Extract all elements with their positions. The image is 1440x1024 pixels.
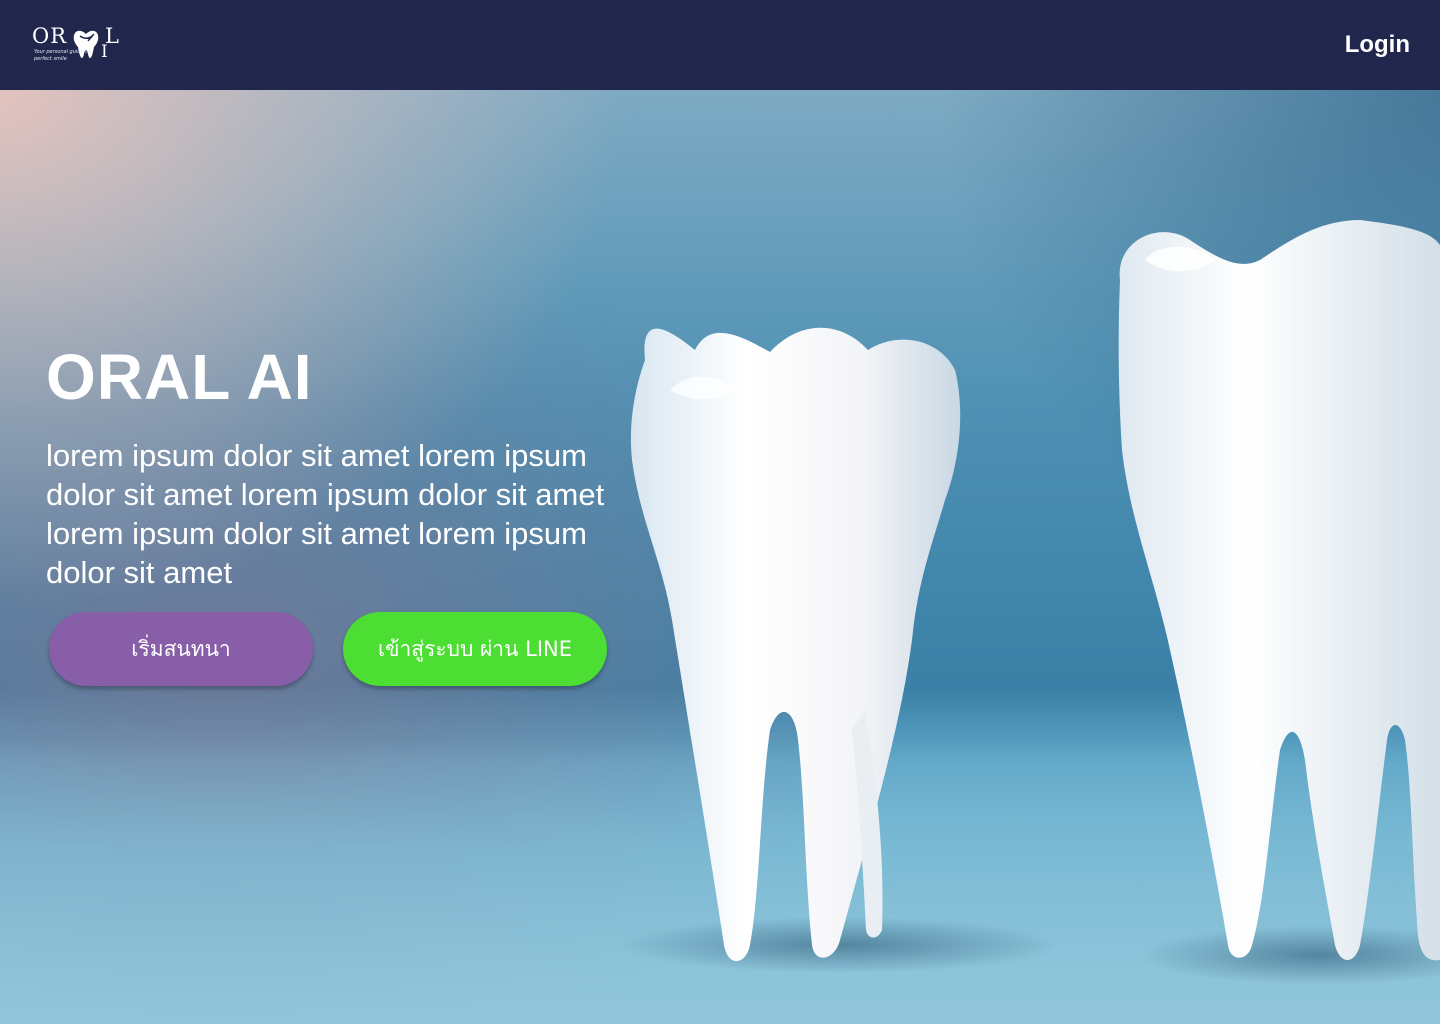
start-chat-button[interactable]: เริ่มสนทนา <box>49 612 313 686</box>
hero-title: ORAL AI <box>46 341 313 413</box>
login-link[interactable]: Login <box>1345 30 1410 60</box>
top-navbar: OR L I Your personal guide to perfect sm… <box>0 0 1440 90</box>
tooth-shadow <box>1140 925 1440 985</box>
teeth-illustration <box>620 220 1440 985</box>
right-molar <box>1118 220 1440 961</box>
hero-section: ORAL AI lorem ipsum dolor sit amet lorem… <box>0 90 1440 1024</box>
logo-tagline: Your personal guide to perfect smile <box>34 49 91 62</box>
left-molar <box>630 327 961 962</box>
line-login-button[interactable]: เข้าสู่ระบบ ผ่าน LINE <box>343 612 607 686</box>
oral-ai-logo[interactable]: OR L I Your personal guide to perfect sm… <box>32 24 122 68</box>
hero-description: lorem ipsum dolor sit amet lorem ipsum d… <box>46 438 605 590</box>
logo-text-or: OR <box>32 24 68 48</box>
logo-text-i: I <box>101 42 109 62</box>
